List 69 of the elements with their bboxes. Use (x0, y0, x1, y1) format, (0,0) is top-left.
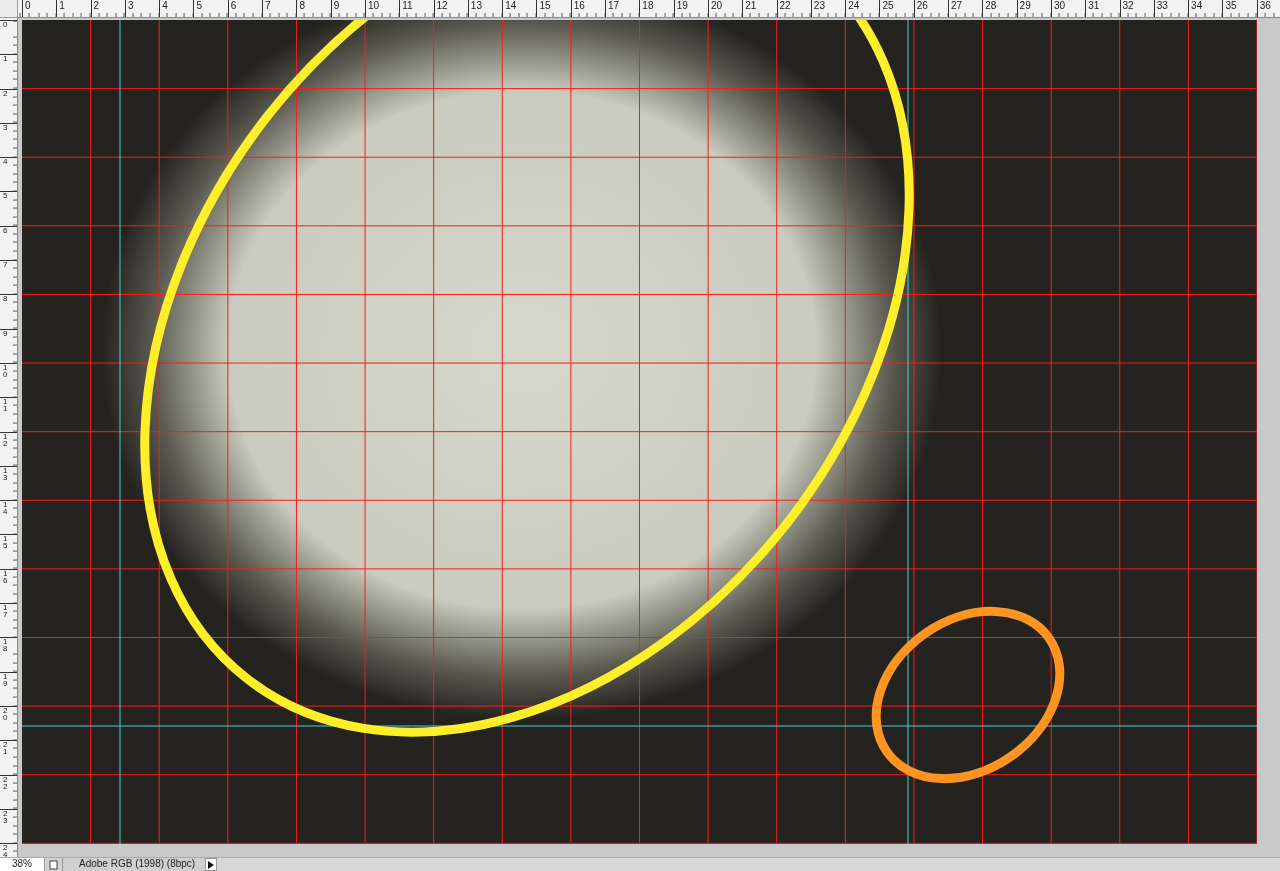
ruler-label: 17 (3, 604, 8, 619)
ruler-label: 18 (642, 0, 654, 12)
ruler-label: 23 (813, 0, 825, 12)
ruler-label: 12 (436, 0, 448, 12)
ruler-label: 27 (951, 0, 963, 12)
ruler-label: 32 (1122, 0, 1134, 12)
ruler-label: 2 (3, 89, 8, 97)
ruler-label: 19 (676, 0, 688, 12)
document-icon-button[interactable] (45, 858, 63, 871)
ruler-label: 21 (745, 0, 757, 12)
ruler-label: 23 (3, 809, 8, 824)
ruler-label: 6 (3, 226, 8, 234)
document-icon (48, 859, 59, 870)
ruler-label: 18 (3, 638, 8, 653)
ruler-label: 17 (608, 0, 620, 12)
ruler-label: 0 (3, 21, 8, 28)
ruler-label: 3 (127, 0, 134, 12)
ruler-label: 34 (1191, 0, 1203, 12)
ruler-label: 7 (265, 0, 271, 12)
menu-arrow-button[interactable] (205, 858, 217, 871)
ruler-label: 35 (1225, 0, 1237, 12)
ruler-label: 9 (3, 329, 8, 337)
ruler-label: 30 (1053, 0, 1066, 12)
ruler-label: 19 (3, 672, 8, 687)
ruler-label: 9 (333, 0, 340, 12)
ruler-label: 12 (3, 432, 8, 447)
ruler-label: 15 (3, 535, 8, 550)
ruler-label: 15 (539, 0, 551, 12)
ruler-label: 14 (505, 0, 517, 12)
ruler-label: 2 (93, 0, 100, 12)
ruler-label: 36 (1259, 0, 1271, 12)
ruler-label: 5 (3, 192, 8, 200)
ruler-label: 25 (882, 0, 894, 12)
ruler-label: 7 (3, 261, 8, 269)
ruler-label: 11 (3, 398, 8, 413)
ruler-label: 10 (367, 0, 380, 12)
ruler-label: 8 (299, 0, 305, 12)
ruler-label: 20 (3, 706, 8, 721)
ruler-label: 33 (1156, 0, 1168, 12)
ruler-label: 21 (3, 741, 8, 756)
ruler-label: 8 (3, 295, 8, 303)
ruler-label: 14 (3, 501, 8, 516)
ruler-label: 4 (162, 0, 168, 12)
ruler-label: 11 (402, 0, 413, 12)
ruler-label: 4 (3, 158, 8, 166)
ruler-label: 20 (710, 0, 723, 12)
ruler-label: 0 (25, 0, 31, 12)
ruler-label: 1 (59, 0, 65, 12)
ruler-label: 6 (230, 0, 237, 12)
zoom-field[interactable]: 38% (0, 858, 45, 871)
ruler-label: 24 (848, 0, 860, 12)
ruler-label: 5 (196, 0, 203, 12)
ruler-label: 16 (3, 569, 8, 584)
ruler-label: 22 (779, 0, 791, 12)
ruler-label: 31 (1088, 0, 1100, 12)
ruler-label: 28 (985, 0, 997, 12)
triangle-icon (208, 860, 214, 869)
ruler-label: 13 (3, 466, 8, 481)
ruler-label: 10 (3, 363, 8, 378)
ruler-label: 1 (3, 55, 8, 63)
ruler-label: 29 (1019, 0, 1031, 12)
ruler-label: 16 (573, 0, 585, 12)
ruler-label: 26 (916, 0, 928, 12)
ruler-label: 13 (470, 0, 482, 12)
guide-line[interactable] (22, 725, 1257, 727)
ruler-label: 3 (3, 123, 8, 131)
ruler-label: 24 (3, 844, 8, 857)
ruler-label: 22 (3, 775, 8, 790)
document-info: Adobe RGB (1998) (8bpc) (63, 858, 205, 871)
